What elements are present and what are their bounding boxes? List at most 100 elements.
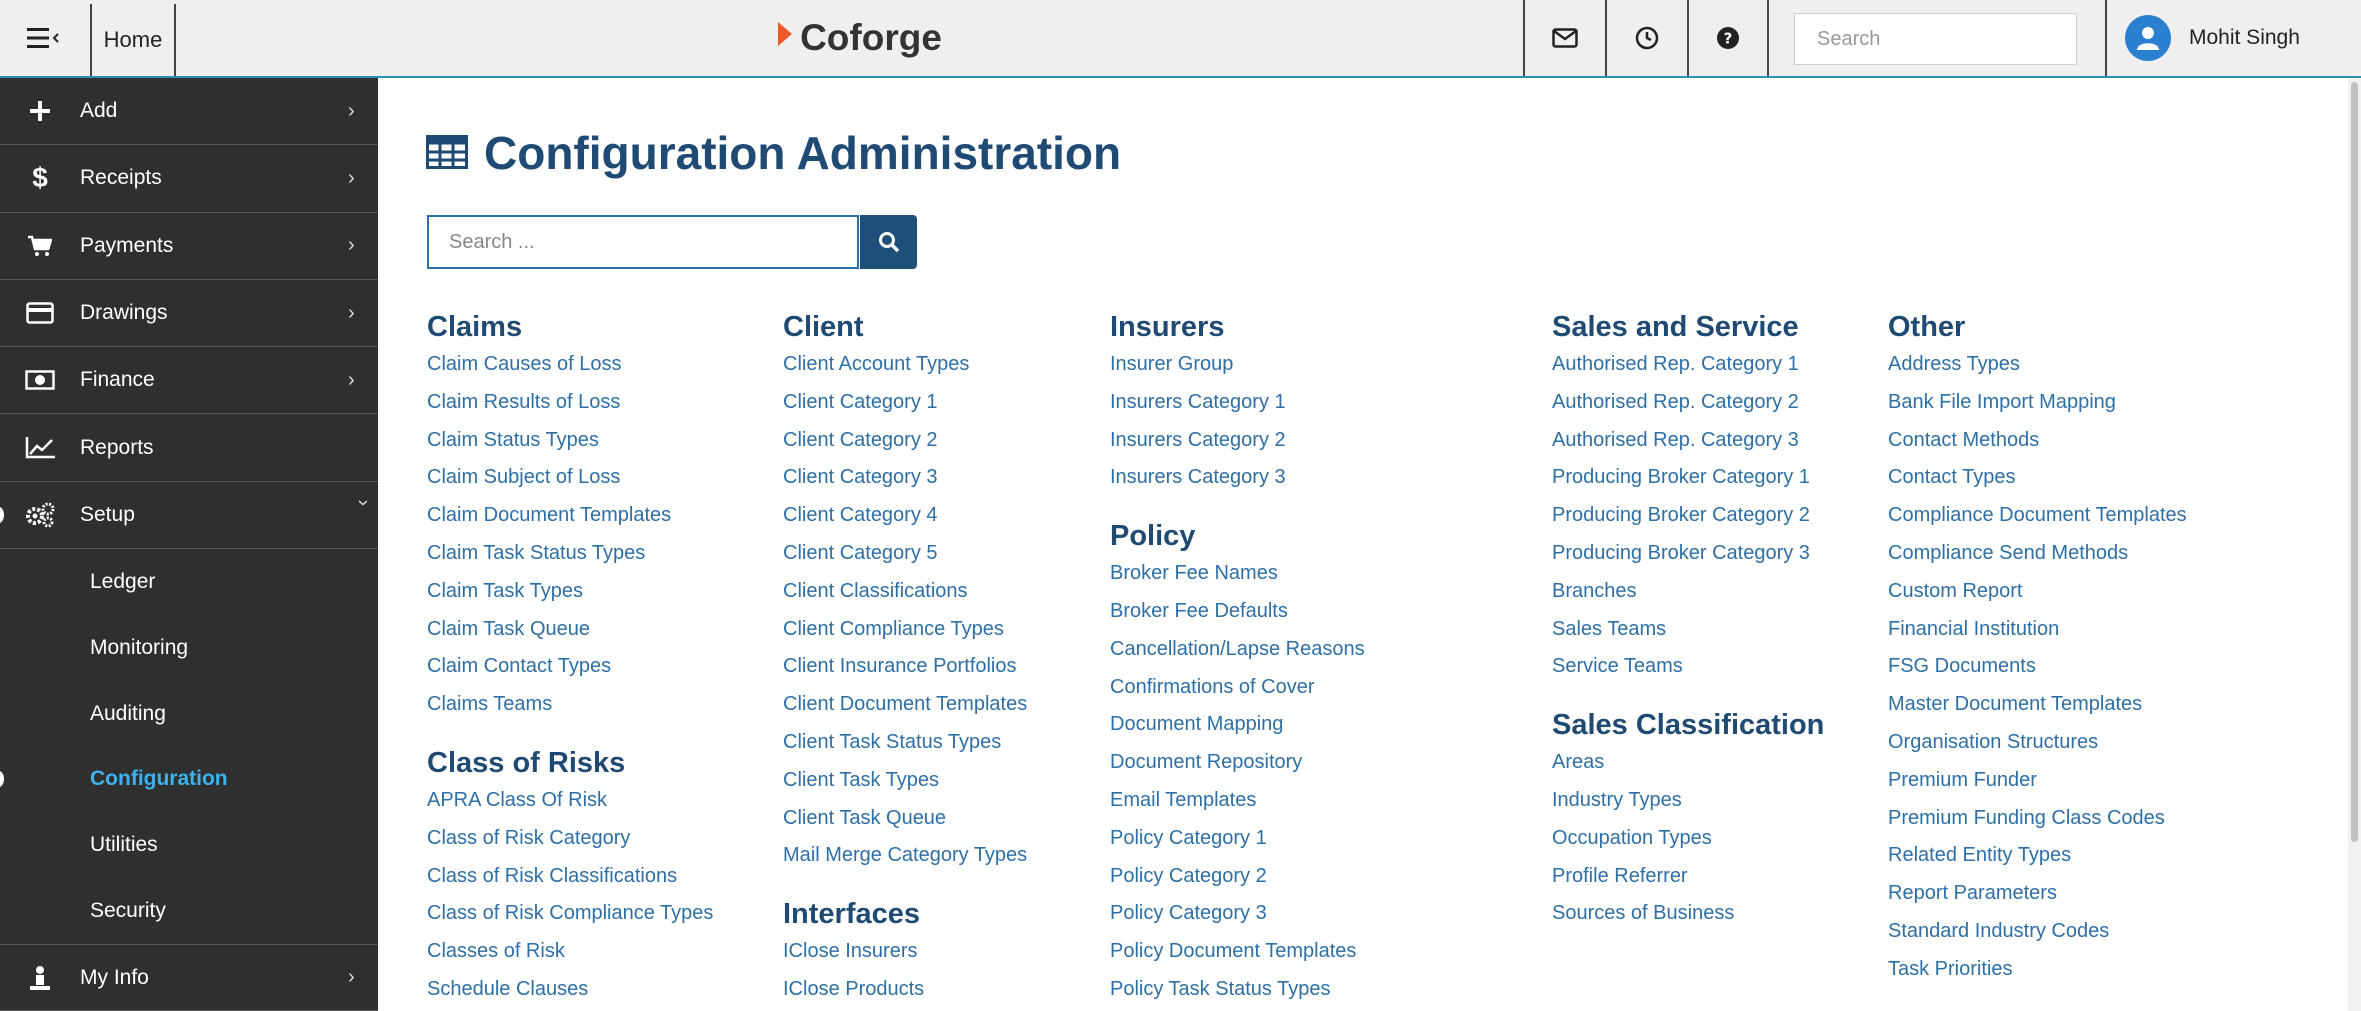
sidebar-sub-security[interactable]: Security (0, 878, 378, 944)
config-link[interactable]: Confirmations of Cover (1110, 669, 1365, 707)
config-link[interactable]: Organisation Structures (1888, 724, 2187, 762)
sidebar-item-reports[interactable]: Reports (0, 414, 378, 482)
config-link[interactable]: Client Account Types (783, 346, 1027, 384)
config-link[interactable]: Policy Category 1 (1110, 820, 1365, 858)
config-link[interactable]: Service Teams (1552, 648, 1824, 686)
sidebar-item-add[interactable]: Add › (0, 78, 378, 146)
help-button[interactable]: ? (1687, 0, 1769, 76)
config-link[interactable]: Policy Task Status Types (1110, 971, 1365, 1009)
sidebar-sub-utilities[interactable]: Utilities (0, 812, 378, 879)
config-link[interactable]: Insurers Category 1 (1110, 384, 1365, 422)
config-link[interactable]: Client Category 5 (783, 535, 1027, 573)
config-link[interactable]: Profile Referrer (1552, 858, 1824, 896)
sidebar-sub-configuration[interactable]: Configuration (0, 746, 378, 813)
config-link[interactable]: Financial Institution (1888, 611, 2187, 649)
config-link[interactable]: FSG Documents (1888, 648, 2187, 686)
config-link[interactable]: Claims Teams (427, 686, 713, 724)
config-link[interactable]: Class of Risk Classifications (427, 858, 713, 896)
config-link[interactable]: Branches (1552, 573, 1824, 611)
config-link[interactable]: Report Parameters (1888, 875, 2187, 913)
config-link[interactable]: Client Insurance Portfolios (783, 648, 1027, 686)
sidebar-item-finance[interactable]: Finance › (0, 347, 378, 415)
config-link[interactable]: Claim Task Status Types (427, 535, 713, 573)
config-link[interactable]: Producing Broker Category 1 (1552, 459, 1824, 497)
config-link[interactable]: Authorised Rep. Category 2 (1552, 384, 1824, 422)
config-link[interactable]: Contact Methods (1888, 422, 2187, 460)
config-link[interactable]: Claim Task Queue (427, 611, 713, 649)
config-link[interactable]: Claim Results of Loss (427, 384, 713, 422)
config-link[interactable]: Client Category 1 (783, 384, 1027, 422)
config-link[interactable]: Client Document Templates (783, 686, 1027, 724)
config-link[interactable]: Master Document Templates (1888, 686, 2187, 724)
config-link[interactable]: Contact Types (1888, 459, 2187, 497)
config-link[interactable]: Broker Fee Defaults (1110, 593, 1365, 631)
menu-toggle-button[interactable] (0, 0, 90, 76)
config-link[interactable]: Client Task Queue (783, 800, 1027, 838)
sidebar-item-setup[interactable]: Setup › (0, 481, 378, 550)
config-link[interactable]: Claim Causes of Loss (427, 346, 713, 384)
config-link[interactable]: Class of Risk Compliance Types (427, 895, 713, 933)
sidebar-sub-ledger[interactable]: Ledger (0, 549, 378, 615)
scrollbar-thumb[interactable] (2351, 82, 2358, 842)
config-link[interactable]: Occupation Types (1552, 820, 1824, 858)
config-link[interactable]: Client Task Types (783, 762, 1027, 800)
sidebar-item-receipts[interactable]: $ Receipts › (0, 145, 378, 213)
config-link[interactable]: Claim Subject of Loss (427, 459, 713, 497)
config-link[interactable]: Document Mapping (1110, 706, 1365, 744)
config-link[interactable]: Sources of Business (1552, 895, 1824, 933)
config-link[interactable]: Schedule Clauses (427, 971, 713, 1009)
config-link[interactable]: Client Compliance Types (783, 611, 1027, 649)
sidebar-sub-auditing[interactable]: Auditing (0, 680, 378, 747)
config-link[interactable]: Related Entity Types (1888, 837, 2187, 875)
config-link[interactable]: Bank File Import Mapping (1888, 384, 2187, 422)
user-menu[interactable]: Mohit Singh (2105, 0, 2361, 76)
config-link[interactable]: Email Templates (1110, 782, 1365, 820)
config-link[interactable]: Cancellation/Lapse Reasons (1110, 631, 1365, 669)
vertical-scrollbar[interactable] (2348, 78, 2361, 1011)
config-link[interactable]: Broker Fee Names (1110, 555, 1365, 593)
config-link[interactable]: Mail Merge Category Types (783, 837, 1027, 875)
config-link[interactable]: Classes of Risk (427, 933, 713, 971)
config-link[interactable]: Premium Funder (1888, 762, 2187, 800)
config-link[interactable]: Client Category 2 (783, 422, 1027, 460)
sidebar-item-drawings[interactable]: Drawings › (0, 280, 378, 348)
config-link[interactable]: Client Task Status Types (783, 724, 1027, 762)
config-link[interactable]: Client Classifications (783, 573, 1027, 611)
config-link[interactable]: Document Repository (1110, 744, 1365, 782)
config-link[interactable]: Policy Category 3 (1110, 895, 1365, 933)
config-link[interactable]: Address Types (1888, 346, 2187, 384)
config-link[interactable]: IClose Insurers (783, 933, 1027, 971)
config-link[interactable]: Producing Broker Category 2 (1552, 497, 1824, 535)
config-link[interactable]: Authorised Rep. Category 1 (1552, 346, 1824, 384)
config-link[interactable]: Sales Teams (1552, 611, 1824, 649)
config-link[interactable]: Premium Funding Class Codes (1888, 800, 2187, 838)
messages-button[interactable] (1523, 0, 1605, 76)
config-link[interactable]: Producing Broker Category 3 (1552, 535, 1824, 573)
config-link[interactable]: Industry Types (1552, 782, 1824, 820)
sidebar-sub-monitoring[interactable]: Monitoring (0, 614, 378, 681)
config-link[interactable]: Client Category 3 (783, 459, 1027, 497)
config-link[interactable]: Policy Category 2 (1110, 858, 1365, 896)
global-search-input[interactable]: Search (1794, 13, 2077, 65)
config-link[interactable]: APRA Class Of Risk (427, 782, 713, 820)
config-link[interactable]: Claim Task Types (427, 573, 713, 611)
config-link[interactable]: Standard Industry Codes (1888, 913, 2187, 951)
config-link[interactable]: Class of Risk Category (427, 820, 713, 858)
config-link[interactable]: Insurers Category 2 (1110, 422, 1365, 460)
sidebar-item-payments[interactable]: Payments › (0, 213, 378, 280)
config-link[interactable]: IClose Products (783, 971, 1027, 1009)
config-link[interactable]: Client Category 4 (783, 497, 1027, 535)
config-link[interactable]: Custom Report (1888, 573, 2187, 611)
config-link[interactable]: Claim Document Templates (427, 497, 713, 535)
config-link[interactable]: Areas (1552, 744, 1824, 782)
config-link[interactable]: Authorised Rep. Category 3 (1552, 422, 1824, 460)
config-link[interactable]: Insurer Group (1110, 346, 1365, 384)
config-link[interactable]: Policy Document Templates (1110, 933, 1365, 971)
config-link[interactable]: Claim Status Types (427, 422, 713, 460)
history-button[interactable] (1605, 0, 1687, 76)
config-search-input[interactable]: Search ... (427, 215, 859, 269)
config-link[interactable]: Claim Contact Types (427, 648, 713, 686)
config-link[interactable]: Compliance Send Methods (1888, 535, 2187, 573)
config-link[interactable]: Insurers Category 3 (1110, 459, 1365, 497)
config-link[interactable]: Compliance Document Templates (1888, 497, 2187, 535)
